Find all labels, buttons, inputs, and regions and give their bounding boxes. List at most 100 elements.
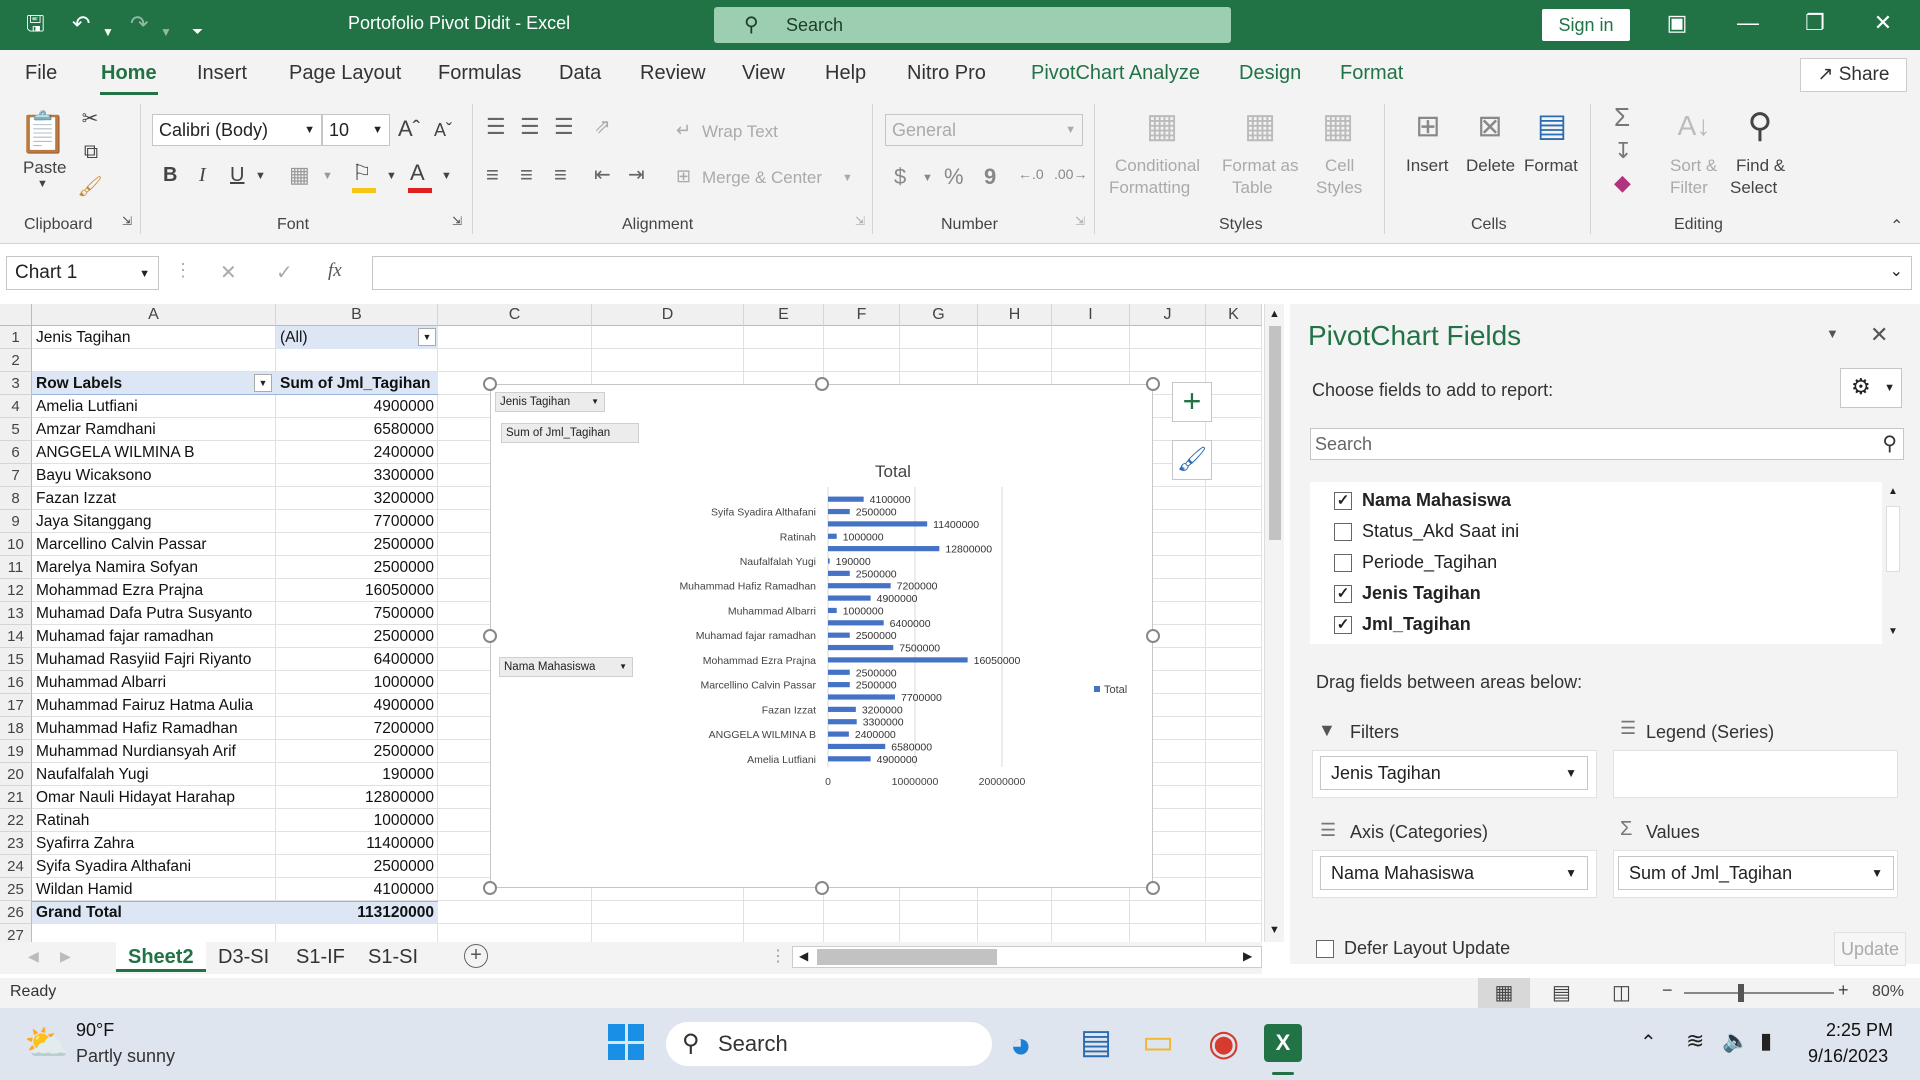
pivot-row-value[interactable]: 4100000: [280, 878, 434, 901]
bar[interactable]: [828, 694, 895, 700]
pivot-row-label[interactable]: Bayu Wicaksono: [36, 464, 272, 487]
battery-icon[interactable]: ▮: [1760, 1028, 1772, 1054]
scroll-down-icon[interactable]: ▼: [1269, 924, 1280, 936]
next-sheet-icon[interactable]: ▶: [60, 948, 71, 965]
row-header-17[interactable]: 17: [0, 694, 32, 717]
row-header-1[interactable]: 1: [0, 326, 32, 349]
font-color-dropdown-icon[interactable]: ▼: [441, 170, 452, 182]
pivot-row-label[interactable]: Muhamad fajar ramadhan: [36, 625, 272, 648]
pane-close-icon[interactable]: ✕: [1870, 322, 1888, 348]
underline-dropdown-icon[interactable]: ▼: [255, 170, 266, 182]
cancel-icon[interactable]: ✕: [220, 260, 237, 285]
clear-icon[interactable]: ◆: [1614, 170, 1631, 196]
row-header-15[interactable]: 15: [0, 648, 32, 671]
pivot-row-label[interactable]: Muhammad Albarri: [36, 671, 272, 694]
column-header-h[interactable]: H: [978, 304, 1052, 326]
tab-help[interactable]: Help: [825, 62, 866, 85]
sheet-tab-s1-if[interactable]: S1-IF: [284, 942, 357, 972]
chart-elements-button[interactable]: +: [1172, 382, 1212, 422]
file-explorer-icon[interactable]: ▭: [1142, 1022, 1174, 1062]
fill-color-icon[interactable]: ⚐: [352, 160, 372, 186]
row-header-21[interactable]: 21: [0, 786, 32, 809]
row-header-8[interactable]: 8: [0, 487, 32, 510]
row-header-13[interactable]: 13: [0, 602, 32, 625]
resize-handle[interactable]: [815, 881, 829, 895]
zoom-slider-thumb[interactable]: [1738, 984, 1744, 1002]
bar[interactable]: [828, 570, 850, 576]
filter-dropdown-icon[interactable]: ▼: [418, 328, 436, 346]
pivot-row-value[interactable]: 4900000: [280, 395, 434, 418]
pivot-row-label[interactable]: Muhammad Hafiz Ramadhan: [36, 717, 272, 740]
wrap-text-icon[interactable]: ↵: [676, 120, 691, 141]
field-jenis-tagihan[interactable]: ✓ Jenis Tagihan: [1334, 583, 1481, 604]
format-cells-button[interactable]: Format: [1524, 156, 1578, 176]
bar[interactable]: [828, 682, 850, 688]
bar[interactable]: [828, 508, 850, 515]
zoom-in-icon[interactable]: +: [1838, 980, 1849, 1001]
font-launcher-icon[interactable]: ⇲: [452, 214, 462, 228]
pivot-row-value[interactable]: 6400000: [280, 648, 434, 671]
pivot-row-label[interactable]: Syifa Syadira Althafani: [36, 855, 272, 878]
merge-center-icon[interactable]: ⊞: [676, 166, 691, 187]
scroll-down-icon[interactable]: ▼: [1888, 626, 1898, 637]
enter-icon[interactable]: ✓: [276, 260, 293, 285]
row-header-11[interactable]: 11: [0, 556, 32, 579]
row-header-9[interactable]: 9: [0, 510, 32, 533]
pivot-row-value[interactable]: 2500000: [280, 625, 434, 648]
tab-formulas[interactable]: Formulas: [438, 62, 521, 85]
delete-cells-icon[interactable]: ⊠: [1468, 106, 1512, 146]
pivot-row-label[interactable]: ANGGELA WILMINA B: [36, 441, 272, 464]
row-header-12[interactable]: 12: [0, 579, 32, 602]
select-all-corner[interactable]: [0, 304, 32, 326]
fill-color-dropdown-icon[interactable]: ▼: [386, 170, 397, 182]
pivot-chart[interactable]: Jenis Tagihan ▼ Sum of Jml_Tagihan Nama M…: [483, 377, 1160, 895]
row-header-18[interactable]: 18: [0, 717, 32, 740]
add-sheet-icon[interactable]: +: [464, 944, 488, 968]
bar[interactable]: [828, 558, 830, 564]
checkbox-checked[interactable]: ✓: [1334, 491, 1352, 510]
pivot-row-value[interactable]: 3200000: [280, 487, 434, 510]
borders-icon[interactable]: ▦: [289, 162, 310, 188]
share-button[interactable]: ↗ Share: [1800, 58, 1907, 92]
customize-qat-icon[interactable]: ⏷: [192, 17, 203, 45]
resize-handle[interactable]: [1146, 377, 1160, 391]
bar[interactable]: [828, 521, 928, 527]
autosum-icon[interactable]: Σ: [1614, 102, 1630, 133]
bold-button[interactable]: B: [163, 164, 177, 187]
pivot-row-value[interactable]: 7200000: [280, 717, 434, 740]
align-middle-icon[interactable]: ☰: [520, 114, 540, 140]
bar[interactable]: [828, 669, 850, 675]
grand-total-label[interactable]: Grand Total: [36, 901, 272, 924]
tab-design[interactable]: Design: [1239, 62, 1301, 85]
merge-dropdown-icon[interactable]: ▼: [842, 172, 853, 184]
resize-handle[interactable]: [1146, 881, 1160, 895]
pivot-row-label[interactable]: Wildan Hamid: [36, 878, 272, 901]
align-bottom-icon[interactable]: ☰: [554, 114, 574, 140]
row-header-25[interactable]: 25: [0, 878, 32, 901]
pivot-row-label[interactable]: Naufalfalah Yugi: [36, 763, 272, 786]
field-search-input[interactable]: Search ⚲: [1310, 428, 1904, 460]
chrome-icon[interactable]: ◉: [1208, 1022, 1239, 1064]
row-header-24[interactable]: 24: [0, 855, 32, 878]
sheet-tab-s1-si[interactable]: S1-SI: [356, 942, 430, 972]
pivot-row-label[interactable]: Fazan Izzat: [36, 487, 272, 510]
comma-button[interactable]: 9: [984, 164, 996, 190]
row-labels-dropdown-icon[interactable]: ▼: [254, 374, 272, 392]
scroll-up-icon[interactable]: ▲: [1888, 486, 1898, 497]
cell-styles-icon[interactable]: ▦: [1316, 106, 1360, 146]
row-header-26[interactable]: 26: [0, 901, 32, 924]
zoom-slider[interactable]: [1684, 992, 1834, 994]
bar[interactable]: [828, 644, 894, 651]
checkbox-unchecked[interactable]: [1334, 522, 1352, 541]
splitter-icon[interactable]: ⋮: [770, 946, 786, 966]
find-select-label-1[interactable]: Find &: [1736, 156, 1785, 176]
bar[interactable]: [828, 620, 884, 626]
bar[interactable]: [828, 595, 871, 601]
clock-time[interactable]: 2:25 PM: [1826, 1020, 1893, 1041]
align-right-icon[interactable]: ≡: [554, 162, 567, 188]
sort-filter-label-2[interactable]: Filter: [1670, 178, 1708, 198]
pane-options-icon[interactable]: ▼: [1826, 326, 1839, 341]
alignment-launcher-icon[interactable]: ⇲: [855, 214, 865, 228]
sheet-tab-sheet2[interactable]: Sheet2: [116, 942, 206, 972]
weather-icon[interactable]: ⛅: [24, 1022, 69, 1064]
